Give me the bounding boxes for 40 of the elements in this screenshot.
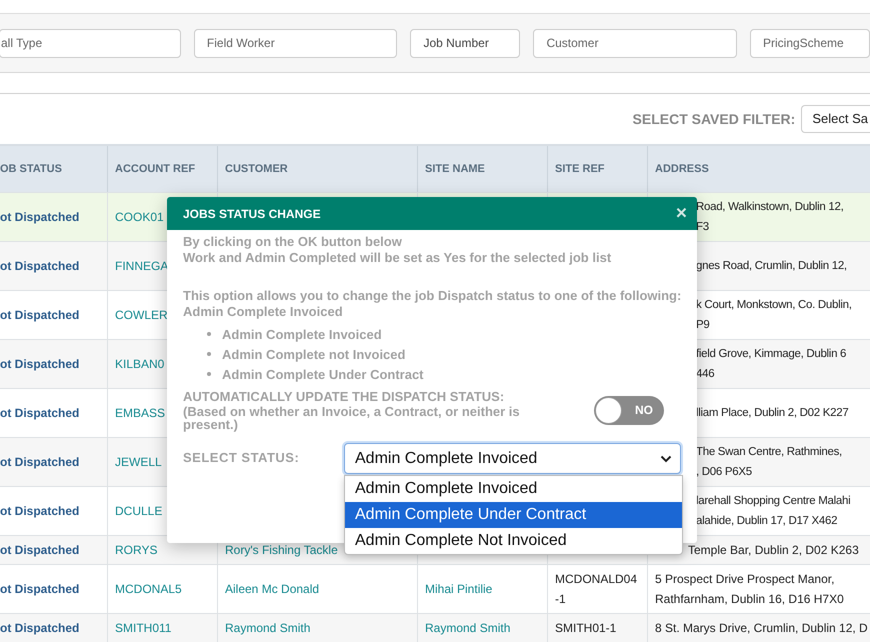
site-ref-text: -1	[555, 591, 567, 608]
status-option-text: Admin Complete not Invoiced	[222, 346, 406, 362]
job-status-text: ot Dispatched	[0, 620, 80, 637]
auto-update-label: AUTOMATICALLY UPDATE THE DISPATCH STATUS:	[183, 389, 506, 405]
job-status-text: ot Dispatched	[0, 454, 80, 471]
job-status-text: ot Dispatched	[0, 542, 80, 559]
auto-update-note: (Based on whether an Invoice, a Contract, or neither is present.)	[183, 405, 521, 431]
address-text: Temple Bar, Dublin 2, D02 K263	[688, 542, 860, 559]
address-text: Road, Walkinstown, Dublin 12,	[696, 200, 844, 215]
site-ref-text: MCDONALD04	[555, 571, 638, 588]
job-status-text: ot Dispatched	[0, 581, 80, 598]
address-text: lliam Place, Dublin 2, D02 K227	[696, 406, 850, 421]
address-text: alahide, Dublin 17, D17 X462	[696, 514, 838, 529]
site-ref-text: SMITH01-1	[555, 620, 618, 637]
job-status-text: ot Dispatched	[0, 258, 80, 275]
address-text: field Grove, Kimmage, Dublin 6	[696, 347, 848, 362]
job-status-text: ot Dispatched	[0, 356, 80, 373]
address-text: , D06 P6X5	[696, 465, 753, 480]
address-text: The Swan Centre, Rathmines,	[696, 445, 843, 460]
option-text: This option allows you to change the job Dispatch status to one of the following:	[183, 288, 681, 304]
address-text: k Court, Monkstown, Co. Dublin,	[696, 298, 853, 313]
saved-filter-label: SELECT SAVED FILTER:	[632, 111, 796, 127]
job-status-text: ot Dispatched	[0, 209, 80, 226]
address-text: Rathfarnham, Dublin 16, D16 H7X0	[655, 591, 845, 608]
address-text: 5 Prospect Drive Prospect Manor,	[655, 571, 836, 588]
option-text: Admin Complete Invoiced	[183, 304, 344, 320]
job-status-text: ot Dispatched	[0, 405, 80, 422]
address-text: larehall Shopping Centre Malahi	[696, 494, 852, 509]
job-status-text: ot Dispatched	[0, 503, 80, 520]
address-text: F3	[696, 220, 710, 235]
intro-text: Work and Admin Completed will be set as Yes for the selected job list	[183, 250, 612, 266]
address-text: gnes Road, Crumlin, Dublin 12,	[696, 259, 848, 274]
address-text: 446	[696, 367, 716, 382]
dialog-title: JOBS STATUS CHANGE	[183, 206, 321, 220]
address-text: P9	[696, 318, 710, 333]
status-option-text: Admin Complete Invoiced	[222, 326, 382, 342]
intro-text: By clicking on the OK button below	[183, 234, 403, 250]
select-status-label: SELECT STATUS:	[183, 449, 300, 465]
status-option-text: Admin Complete Under Contract	[222, 366, 424, 382]
job-status-text: ot Dispatched	[0, 307, 80, 324]
